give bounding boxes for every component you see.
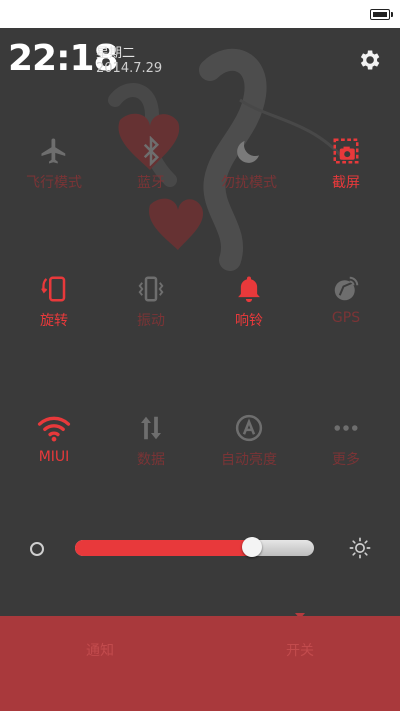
toggle-label: 更多 xyxy=(332,452,360,468)
toggle-more[interactable]: 更多 xyxy=(296,413,396,493)
rotate-icon xyxy=(41,276,66,302)
toggle-label: 振动 xyxy=(137,313,165,329)
data-icon xyxy=(141,416,161,440)
toggle-label: 旋转 xyxy=(40,313,68,329)
toggle-ringer[interactable]: 响铃 xyxy=(199,274,299,354)
toggle-label: 数据 xyxy=(137,452,165,468)
toggle-airplane[interactable]: 飞行模式 xyxy=(4,136,104,216)
toggle-label: 响铃 xyxy=(235,313,263,329)
toggle-rotate[interactable]: 旋转 xyxy=(4,274,104,354)
toggle-label: 飞行模式 xyxy=(26,175,82,191)
toggle-gps[interactable]: GPS xyxy=(296,274,396,354)
moon-icon xyxy=(237,141,259,163)
toggle-label: GPS xyxy=(331,310,361,326)
toggle-bluetooth[interactable]: 蓝牙 xyxy=(101,136,201,216)
auto-brightness-icon xyxy=(235,414,263,442)
toggle-auto-brightness[interactable]: 自动亮度 xyxy=(199,413,299,493)
bluetooth-icon xyxy=(143,136,160,166)
vibrate-icon xyxy=(138,276,164,302)
airplane-icon xyxy=(41,138,66,164)
toggle-label: 截屏 xyxy=(332,175,360,191)
tab-switches[interactable]: 开关 xyxy=(286,640,314,660)
toggle-label: MIUI xyxy=(38,449,70,465)
battery-icon xyxy=(370,9,393,20)
tab-notifications[interactable]: 通知 xyxy=(86,640,114,660)
toggle-vibrate[interactable]: 振动 xyxy=(101,274,201,354)
wifi-icon xyxy=(37,416,71,442)
brightness-high-icon xyxy=(349,537,371,559)
toggle-label: 蓝牙 xyxy=(137,175,165,191)
brightness-slider[interactable] xyxy=(75,540,314,556)
gps-icon xyxy=(334,276,359,301)
toggle-screenshot[interactable]: 截屏 xyxy=(296,136,396,216)
toggle-label: 勿扰模式 xyxy=(221,175,277,191)
bell-icon xyxy=(238,276,260,303)
toggle-do-not-disturb[interactable]: 勿扰模式 xyxy=(199,136,299,216)
gear-icon[interactable] xyxy=(356,47,382,73)
weekday-label: 星期二 xyxy=(96,46,136,61)
screenshot-icon xyxy=(333,138,359,164)
brightness-thumb[interactable] xyxy=(241,537,262,557)
status-bar xyxy=(0,0,400,28)
date-label: 2014.7.29 xyxy=(96,61,163,76)
toggle-wifi[interactable]: MIUI xyxy=(4,413,104,493)
toggle-label: 自动亮度 xyxy=(221,452,277,468)
more-icon xyxy=(334,425,358,431)
brightness-low-icon xyxy=(30,542,44,556)
toggle-data[interactable]: 数据 xyxy=(101,413,201,493)
brightness-fill xyxy=(75,540,252,556)
bottom-tab-bar xyxy=(0,616,400,711)
